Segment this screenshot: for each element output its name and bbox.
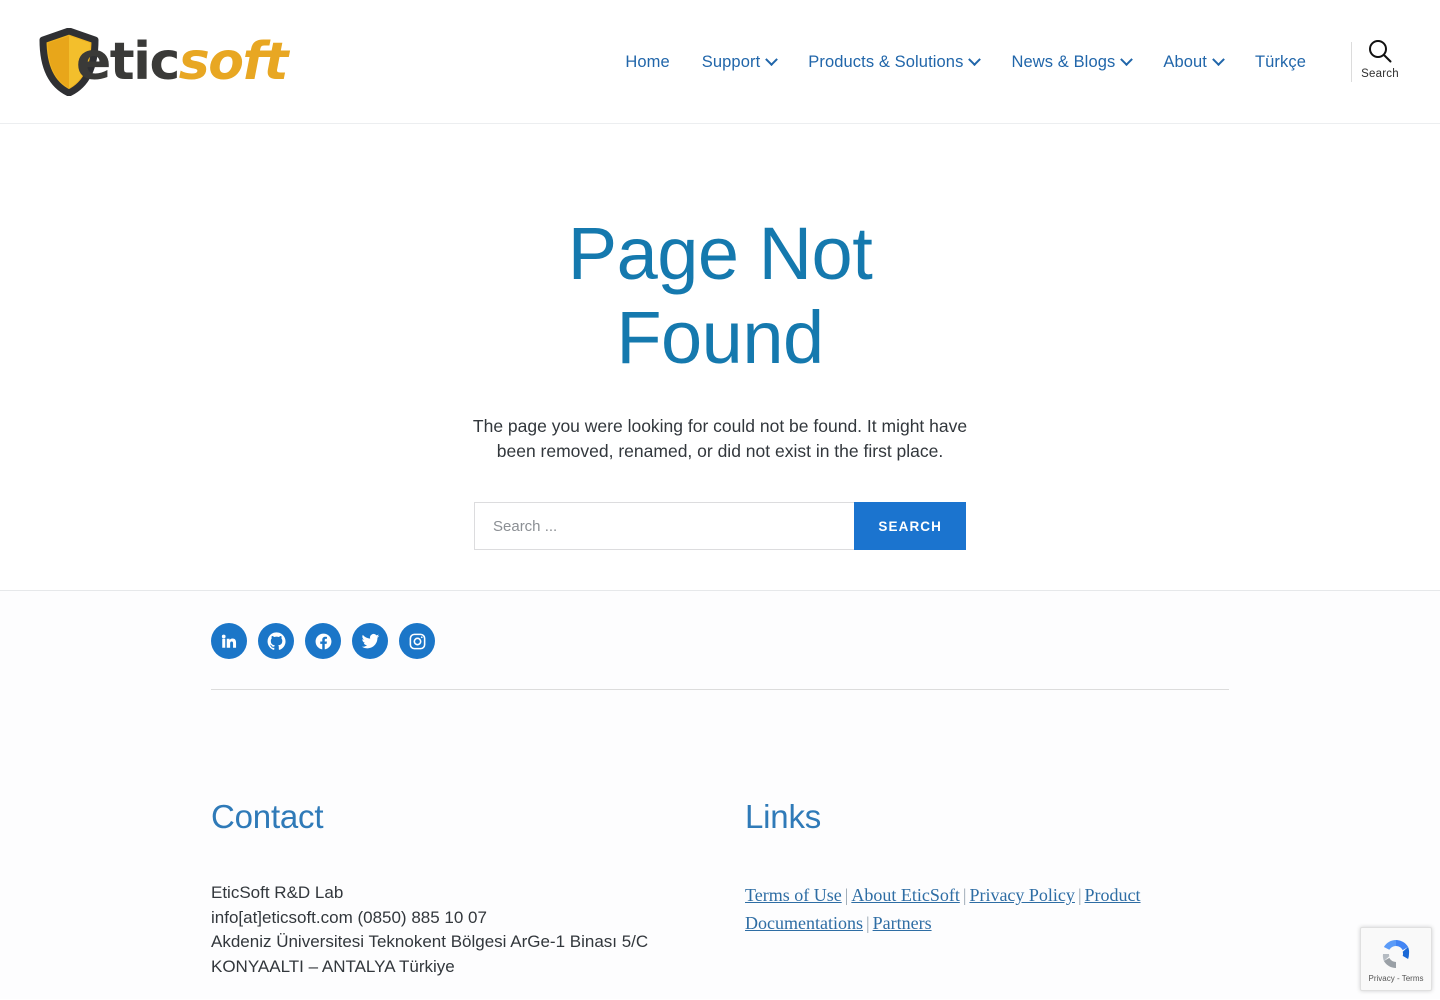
link-separator: |: [844, 885, 849, 905]
site-logo[interactable]: eticsoft: [38, 26, 288, 98]
footer-column-links: Links Terms of Use | About EticSoft | Privac…: [745, 800, 1229, 979]
search-form: SEARCH: [474, 502, 966, 550]
nav-label: News & Blogs: [1011, 52, 1116, 71]
links-heading: Links: [745, 798, 822, 835]
nav-label: Support: [701, 52, 761, 71]
logo-wordmark: eticsoft: [76, 36, 288, 88]
page-title: Page Not Found: [460, 212, 980, 380]
instagram-icon: [408, 632, 427, 651]
contact-line-city: KONYAALTI – ANTALYA Türkiye: [211, 956, 455, 976]
social-link-twitter[interactable]: [352, 623, 388, 659]
chevron-down-icon: [1120, 52, 1134, 66]
github-icon: [267, 631, 286, 651]
nav-item-home[interactable]: Home: [609, 53, 685, 72]
search-icon: [1342, 38, 1418, 64]
contact-line-company: EticSoft R&D Lab: [211, 883, 344, 902]
header-search-toggle[interactable]: Search: [1342, 38, 1418, 80]
recaptcha-icon: [1377, 935, 1415, 973]
nav-item-support[interactable]: Support: [686, 53, 793, 72]
search-button[interactable]: SEARCH: [854, 502, 966, 550]
social-link-instagram[interactable]: [399, 623, 435, 659]
footer-link-terms-of-use[interactable]: Terms of Use: [745, 885, 842, 905]
logo-text-soft: soft: [178, 32, 289, 92]
social-link-github[interactable]: [258, 623, 294, 659]
contact-line-email-phone: info[at]eticsoft.com (0850) 885 10 07: [211, 907, 487, 927]
links-body: Terms of Use | About EticSoft | Privacy Poli…: [745, 881, 1229, 937]
page-root: eticsoft Home Support Products & Solutio…: [0, 0, 1440, 1000]
nav-item-products-solutions[interactable]: Products & Solutions: [792, 53, 995, 72]
nav-label: Türkçe: [1254, 52, 1306, 71]
chevron-down-icon: [765, 52, 779, 66]
recaptcha-text: Privacy - Terms: [1368, 974, 1424, 983]
logo-text-etic: etic: [76, 32, 180, 92]
nav-item-turkce[interactable]: Türkçe: [1239, 53, 1322, 72]
footer-link-partners[interactable]: Partners: [873, 913, 932, 933]
footer-inner: Contact EticSoft R&D Lab info[at]eticsof…: [211, 591, 1229, 979]
linkedin-icon: [220, 632, 238, 650]
nav-item-news-blogs[interactable]: News & Blogs: [995, 53, 1147, 72]
nav-item-about[interactable]: About: [1147, 53, 1239, 72]
nav-label: About: [1163, 52, 1207, 71]
primary-navigation: Home Support Products & Solutions News &…: [609, 0, 1322, 124]
social-link-facebook[interactable]: [305, 623, 341, 659]
site-footer: Contact EticSoft R&D Lab info[at]eticsof…: [0, 591, 1440, 999]
nav-label: Products & Solutions: [808, 52, 964, 71]
search-input[interactable]: [474, 502, 855, 550]
social-link-linkedin[interactable]: [211, 623, 247, 659]
chevron-down-icon: [1212, 52, 1225, 66]
footer-link-about-eticsoft[interactable]: About EticSoft: [851, 885, 960, 905]
footer-columns: Contact EticSoft R&D Lab info[at]eticsof…: [211, 690, 1229, 979]
twitter-icon: [361, 632, 380, 651]
contact-line-address: Akdeniz Üniversitesi Teknokent Bölgesi A…: [211, 932, 649, 951]
link-separator: |: [865, 913, 870, 933]
site-header: eticsoft Home Support Products & Solutio…: [0, 0, 1440, 124]
contact-heading: Contact: [211, 798, 324, 835]
contact-body: EticSoft R&D Lab info[at]eticsoft.com (0…: [211, 881, 745, 979]
search-toggle-label: Search: [1361, 68, 1399, 80]
main-content: Page Not Found The page you were looking…: [0, 124, 1440, 591]
chevron-down-icon: [968, 52, 982, 66]
page-title-line-1: Page Not: [567, 212, 873, 295]
recaptcha-badge[interactable]: Privacy - Terms: [1360, 927, 1432, 991]
page-title-line-2: Found: [616, 296, 824, 379]
link-separator: |: [1077, 885, 1082, 905]
error-description: The page you were looking for could not …: [472, 416, 968, 461]
nav-label: Home: [625, 52, 670, 71]
footer-column-contact: Contact EticSoft R&D Lab info[at]eticsof…: [211, 800, 745, 979]
link-separator: |: [962, 885, 967, 905]
social-links: [211, 591, 1229, 659]
facebook-icon: [314, 632, 333, 651]
footer-link-privacy-policy[interactable]: Privacy Policy: [969, 885, 1075, 905]
